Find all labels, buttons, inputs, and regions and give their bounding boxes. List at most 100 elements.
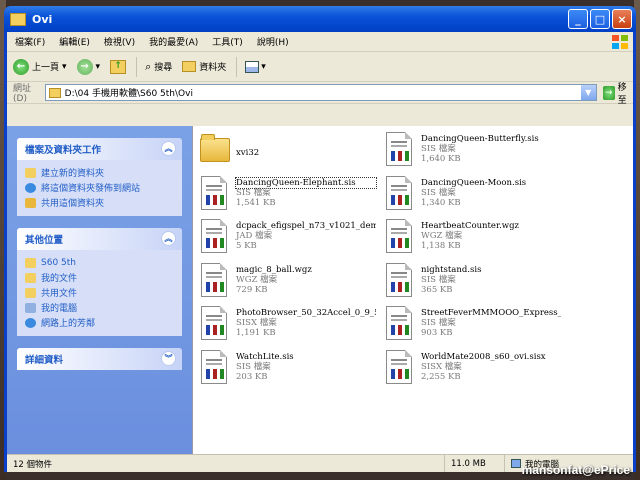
file-name: WorldMate2008_s60_ovi.sisx: [421, 351, 546, 362]
menu-help[interactable]: 說明(H): [257, 35, 289, 48]
file-tasks-panel: 檔案及資料夾工作 ︽ 建立新的資料夾 將這個資料夾發佈到網站 共用這個資料夾: [17, 138, 182, 216]
collapse-icon[interactable]: ︽: [161, 141, 176, 156]
go-button[interactable]: → 移至: [602, 80, 633, 106]
close-button[interactable]: ×: [612, 9, 632, 29]
place-my-documents[interactable]: 我的文件: [25, 270, 174, 285]
place-my-computer[interactable]: 我的電腦: [25, 300, 174, 315]
file-name: HeartbeatCounter.wgz: [421, 221, 519, 231]
views-button[interactable]: ▾: [245, 60, 266, 73]
file-icon: [198, 175, 232, 214]
file-size: 365 KB: [421, 284, 453, 295]
address-path: D:\04 手機用軟體\S60 5th\Ovi: [64, 89, 193, 99]
file-type: SIS 檔案: [421, 274, 456, 285]
search-icon: ⌕: [145, 59, 152, 73]
windows-logo-icon: [612, 35, 628, 49]
address-dropdown-icon[interactable]: ▼: [580, 85, 596, 100]
forward-arrow-icon: →: [76, 58, 93, 75]
search-label: 搜尋: [154, 63, 173, 73]
watermark: mansonfat@ePrice: [521, 463, 630, 477]
go-arrow-icon: →: [602, 85, 615, 100]
task-label: 建立新的資料夾: [41, 169, 105, 179]
forward-button[interactable]: → ▾: [76, 58, 101, 75]
file-size: 729 KB: [236, 284, 268, 295]
menu-tools[interactable]: 工具(T): [212, 35, 243, 48]
file-name: xvi32: [236, 148, 260, 158]
file-name: DancingQueen-Butterfly.sis: [421, 134, 539, 144]
file-type: SISX 檔案: [236, 318, 277, 328]
back-dropdown-icon[interactable]: ▾: [62, 62, 67, 72]
other-places-panel: 其他位置 ︽ S60 5th 我的文件 共用文件 我的電腦 網路上的芳鄰: [17, 228, 182, 336]
place-label: 共用文件: [41, 289, 78, 299]
details-panel: 詳細資料 ︾: [17, 348, 182, 370]
back-button[interactable]: ← 上一頁 ▾: [13, 58, 67, 75]
place-label: S60 5th: [41, 257, 76, 268]
maximize-button[interactable]: □: [590, 9, 610, 29]
file-item[interactable]: DancingQueen-Elephant.sis SIS 檔案 1,541 KB: [198, 175, 378, 216]
file-item[interactable]: PhotoBrowser_50_32Accel_0_9_5.... SISX 檔案…: [198, 306, 378, 346]
folders-button[interactable]: 資料夾: [182, 60, 226, 73]
file-icon: [198, 262, 232, 301]
folder-icon: [25, 257, 36, 268]
file-item[interactable]: dcpack_efigspel_n73_v1021_demo...JAD 檔案5…: [198, 219, 378, 259]
details-header[interactable]: 詳細資料 ︾: [17, 348, 182, 370]
title-bar[interactable]: Ovi _ □ ×: [4, 6, 636, 32]
views-dropdown-icon: ▾: [261, 61, 266, 72]
task-publish-web[interactable]: 將這個資料夾發佈到網站: [25, 180, 174, 195]
file-type: SIS 檔案: [236, 187, 271, 198]
file-name: magic_8_ball.wgz: [236, 264, 312, 275]
explorer-window: Ovi _ □ × 檔案(F) 編輯(E) 檢視(V) 我的最愛(A) 工具(T…: [4, 6, 636, 472]
file-name: WatchLite.sis: [236, 351, 294, 362]
file-icon: [383, 132, 417, 170]
place-shared-documents[interactable]: 共用文件: [25, 285, 174, 300]
up-folder-icon: ↑: [110, 59, 127, 74]
file-list: xvi32 DancingQueen-Butterfly.sis SIS 檔案 1,6…: [192, 126, 633, 454]
menu-file[interactable]: 檔案(F): [15, 35, 45, 48]
minimize-button[interactable]: _: [568, 9, 588, 29]
up-folder-button[interactable]: ↑: [110, 59, 127, 74]
folders-label: 資料夾: [199, 63, 227, 73]
file-type: WGZ 檔案: [236, 274, 278, 285]
file-item[interactable]: StreetFeverMMMOOO_Express_Sig...SIS 檔案90…: [383, 306, 563, 346]
forward-dropdown-icon[interactable]: ▾: [96, 62, 101, 72]
folder-icon: [198, 132, 232, 170]
file-item[interactable]: DancingQueen-Butterfly.sis SIS 檔案 1,640 KB: [383, 132, 563, 172]
menu-bar: 檔案(F) 編輯(E) 檢視(V) 我的最愛(A) 工具(T) 說明(H): [7, 32, 633, 52]
menu-favorites[interactable]: 我的最愛(A): [149, 35, 198, 48]
place-label: 我的文件: [41, 274, 78, 284]
file-size: 1,541 KB: [236, 197, 276, 208]
address-input[interactable]: D:\04 手機用軟體\S60 5th\Ovi ▼: [44, 84, 597, 101]
file-icon: [198, 306, 232, 344]
task-new-folder[interactable]: 建立新的資料夾: [25, 165, 174, 180]
file-size: 1,340 KB: [421, 197, 461, 208]
file-item[interactable]: magic_8_ball.wgz WGZ 檔案 729 KB: [198, 262, 378, 303]
place-network[interactable]: 網路上的芳鄰: [25, 315, 174, 330]
file-item[interactable]: HeartbeatCounter.wgz WGZ 檔案 1,138 KB: [383, 219, 563, 259]
file-size: 903 KB: [421, 328, 453, 338]
file-item[interactable]: nightstand.sis SIS 檔案 365 KB: [383, 262, 563, 303]
folder-item[interactable]: xvi32: [198, 132, 378, 172]
file-tasks-title: 檔案及資料夾工作: [25, 145, 102, 156]
file-tasks-header[interactable]: 檔案及資料夾工作 ︽: [17, 138, 182, 160]
file-item[interactable]: DancingQueen-Moon.sis SIS 檔案 1,340 KB: [383, 175, 563, 216]
file-item[interactable]: WorldMate2008_s60_ovi.sisx SISX 檔案 2,255 K…: [383, 349, 563, 390]
file-icon: [383, 219, 417, 257]
file-type: SIS 檔案: [236, 361, 271, 372]
menu-view[interactable]: 檢視(V): [104, 35, 135, 48]
shared-documents-icon: [25, 287, 36, 298]
file-size: 2,255 KB: [421, 371, 461, 382]
place-s60-5th[interactable]: S60 5th: [25, 255, 174, 270]
task-share-folder[interactable]: 共用這個資料夾: [25, 195, 174, 210]
search-button[interactable]: ⌕ 搜尋: [145, 60, 172, 74]
file-type: WGZ 檔案: [421, 231, 463, 241]
file-name: DancingQueen-Moon.sis: [421, 177, 527, 188]
collapse-icon[interactable]: ︽: [161, 231, 176, 246]
my-computer-icon: [511, 459, 521, 468]
file-size: 1,191 KB: [236, 328, 276, 338]
expand-icon[interactable]: ︾: [161, 351, 176, 366]
address-bar: 網址(D) D:\04 手機用軟體\S60 5th\Ovi ▼ → 移至: [7, 80, 633, 106]
place-label: 網路上的芳鄰: [41, 319, 96, 329]
file-type: SIS 檔案: [421, 187, 456, 198]
other-places-header[interactable]: 其他位置 ︽: [17, 228, 182, 250]
file-item[interactable]: WatchLite.sis SIS 檔案 203 KB: [198, 349, 378, 390]
menu-edit[interactable]: 編輯(E): [59, 35, 90, 48]
